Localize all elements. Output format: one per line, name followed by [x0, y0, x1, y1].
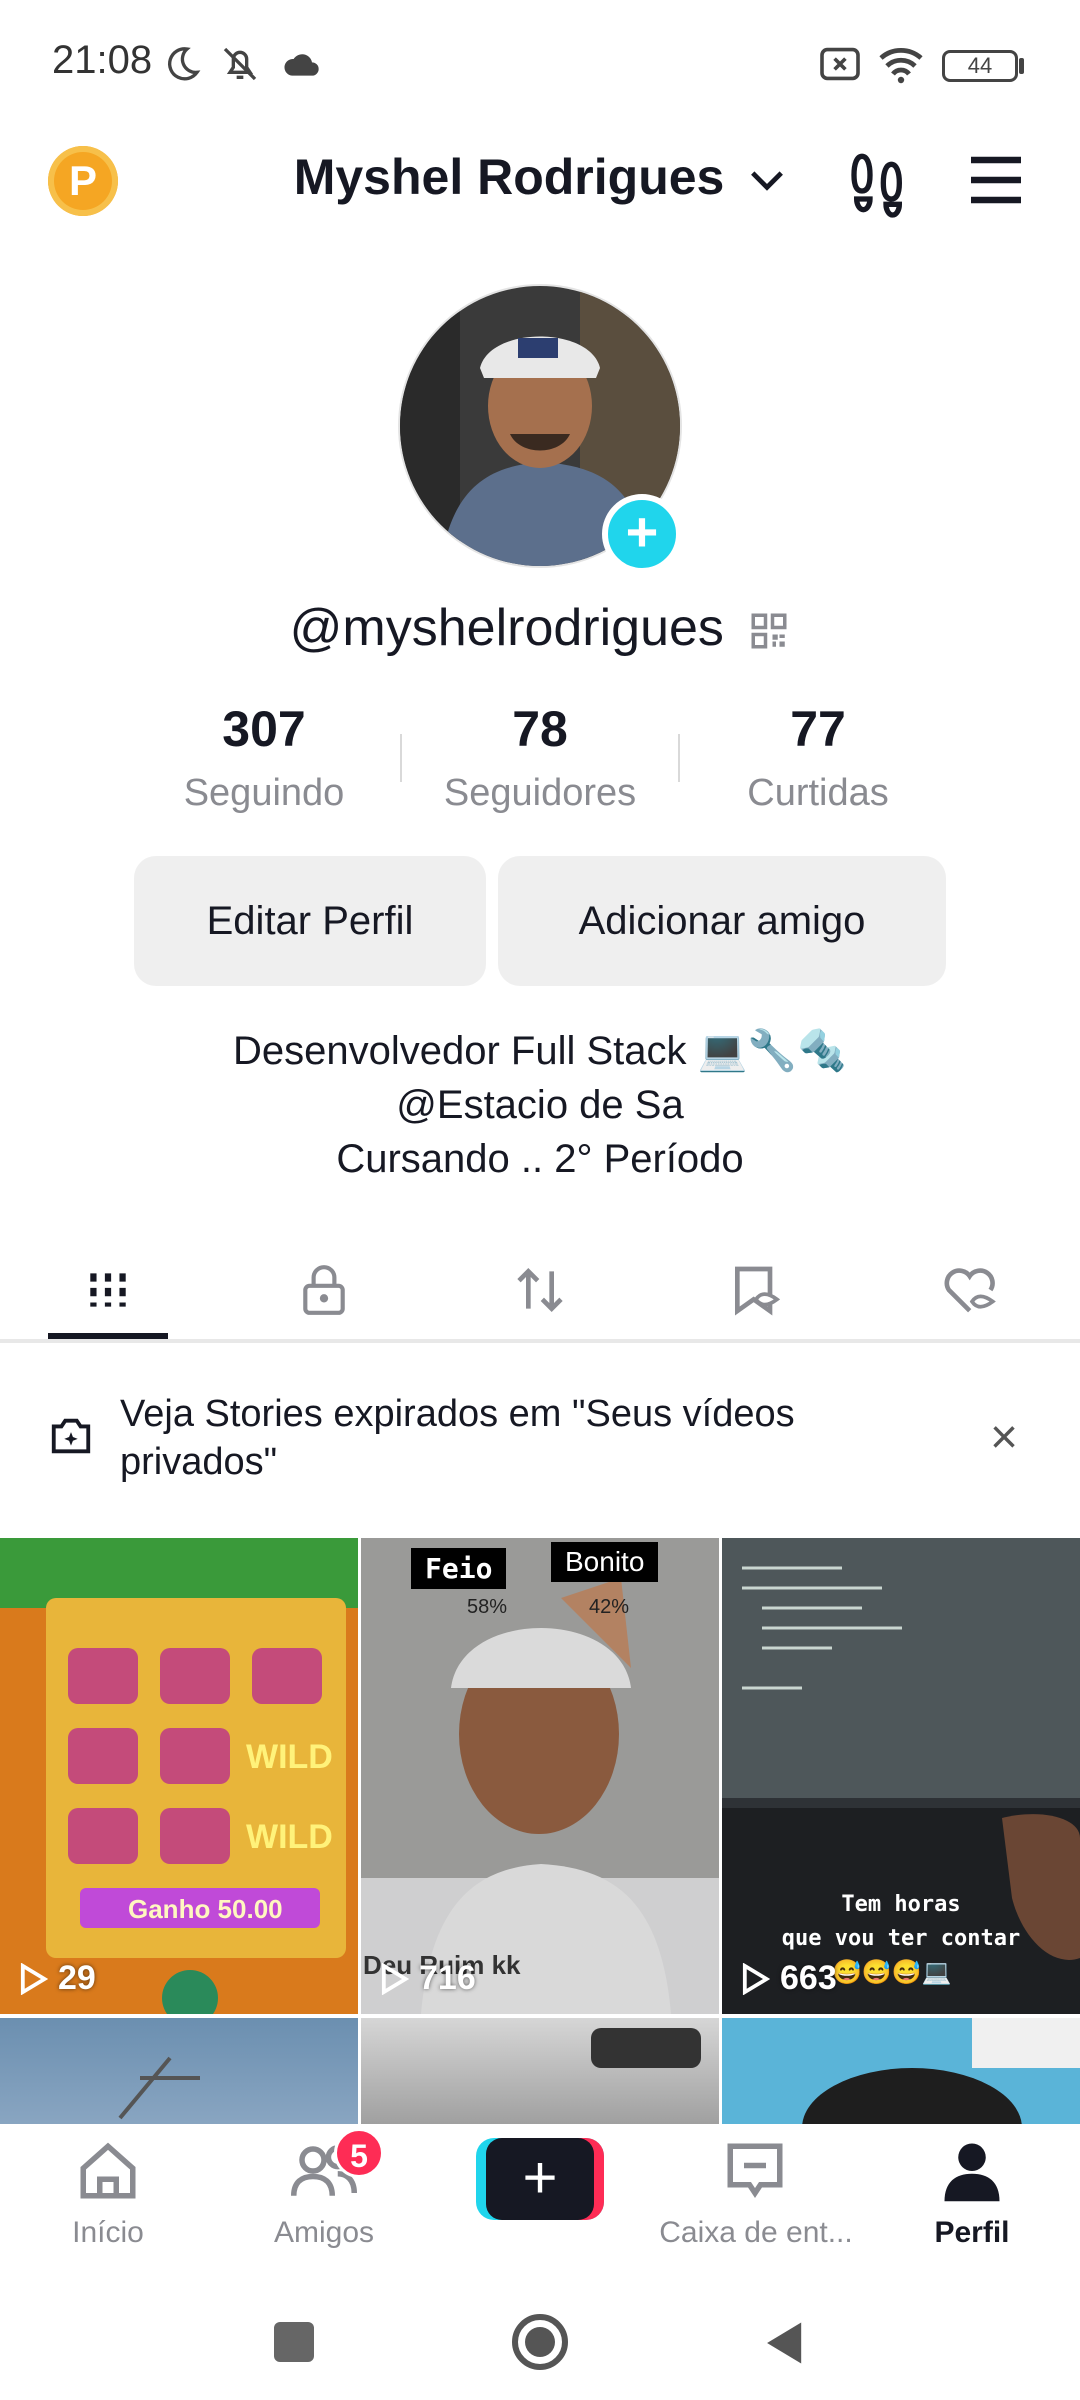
video-thumbnail[interactable]: Feio Bonito 58% 42% Deu Ruim kk 716	[361, 1538, 719, 2014]
view-count-value: 29	[58, 1959, 96, 1997]
overlay-text: WILD	[246, 1818, 333, 1856]
footprints-icon[interactable]	[846, 148, 910, 218]
video-thumbnail[interactable]: Tem horas que vou ter contar 😅😅😅💻 663	[722, 1538, 1080, 2014]
tab-liked[interactable]	[864, 1240, 1080, 1340]
overlay-text: WILD	[246, 1738, 333, 1776]
stat-divider	[678, 734, 680, 782]
bio-line: Cursando .. 2° Período	[336, 1137, 744, 1181]
nav-label: Amigos	[273, 2216, 375, 2249]
friends-badge: 5	[334, 2128, 384, 2178]
likes-label: Curtidas	[747, 772, 889, 814]
inbox-icon	[727, 2143, 783, 2198]
page-title: Myshel Rodrigues	[293, 149, 725, 205]
username-row: @myshelrodrigues	[0, 598, 1080, 658]
followers-count[interactable]: 78	[410, 700, 670, 758]
heart-hidden-icon	[944, 1268, 996, 1313]
cloud-icon	[284, 54, 319, 76]
overlay-emoji: 😅😅😅💻	[832, 1959, 952, 1986]
nav-friends[interactable]: 5 Amigos	[216, 2124, 432, 2274]
nav-label: Início	[72, 2216, 144, 2249]
battery-level: 44	[967, 53, 993, 78]
bookmark-hidden-icon	[735, 1266, 781, 1316]
tab-private[interactable]	[216, 1240, 432, 1340]
grid-icon	[87, 1271, 129, 1309]
add-friend-button[interactable]: Adicionar amigo	[498, 856, 946, 986]
play-outline-icon	[381, 1962, 409, 1995]
moon-icon	[167, 47, 201, 81]
system-nav-bar	[0, 2274, 1080, 2400]
edit-profile-button[interactable]: Editar Perfil	[134, 856, 486, 986]
video-thumbnail[interactable]	[361, 2018, 719, 2124]
bio-line: Desenvolvedor Full Stack 💻🔧🔩	[232, 1029, 848, 1073]
view-count: 716	[379, 1959, 476, 1998]
followers-label: Seguidores	[443, 772, 637, 814]
menu-icon[interactable]	[966, 152, 1026, 208]
following-count[interactable]: 307	[134, 700, 394, 758]
video-thumbnail[interactable]	[722, 2018, 1080, 2124]
lock-icon	[303, 1265, 345, 1315]
status-time: 21:08	[52, 38, 153, 82]
home-icon	[80, 2142, 136, 2199]
back-button[interactable]	[760, 2318, 806, 2368]
qr-code-icon[interactable]	[748, 610, 790, 652]
video-thumbnail[interactable]: Ganho 50.00 WILD WILD 29	[0, 1538, 358, 2014]
wifi-icon	[879, 47, 923, 84]
bottom-nav: Início 5 Amigos + Caixa de ent... Perfil	[0, 2124, 1080, 2274]
battery-tip	[1019, 58, 1024, 74]
recents-button[interactable]	[274, 2322, 314, 2362]
nav-profile[interactable]: Perfil	[864, 2124, 1080, 2274]
overlay-label-bonito: Bonito	[551, 1542, 659, 1582]
bell-off-icon	[223, 47, 257, 81]
stories-banner[interactable]: Veja Stories expirados em "Seus vídeos p…	[0, 1380, 1080, 1520]
video-grid: Ganho 50.00 WILD WILD 29 Feio Bonito 58%…	[0, 1538, 1080, 2124]
content-tabs	[0, 1240, 1080, 1340]
add-story-button[interactable]: +	[602, 494, 682, 574]
tab-videos[interactable]	[0, 1240, 216, 1340]
overlay-percent: 42%	[589, 1596, 630, 1618]
view-count-value: 716	[419, 1959, 476, 1997]
likes-count[interactable]: 77	[688, 700, 948, 758]
nav-home[interactable]: Início	[0, 2124, 216, 2274]
username: @myshelrodrigues	[289, 599, 724, 657]
play-outline-icon	[20, 1962, 48, 1995]
overlay-percent: 58%	[467, 1596, 508, 1618]
video-thumbnail[interactable]	[0, 2018, 358, 2124]
nav-label: Caixa de ent...	[659, 2216, 853, 2249]
repost-icon	[517, 1268, 563, 1312]
tab-favorites[interactable]	[648, 1240, 864, 1340]
overlay-text: que vou ter contar	[781, 1926, 1021, 1951]
tab-reposts[interactable]	[432, 1240, 648, 1340]
status-bar: 21:08 44	[0, 0, 1080, 130]
banner-close-button[interactable]: ×	[990, 1410, 1018, 1465]
chevron-down-icon	[751, 171, 784, 191]
home-button[interactable]	[510, 2312, 570, 2372]
following-label: Seguindo	[183, 772, 345, 814]
nav-label: Perfil	[934, 2216, 1010, 2249]
account-switcher[interactable]: Myshel Rodrigues	[0, 148, 1080, 206]
tabs-divider	[0, 1339, 1080, 1343]
battery-indicator: 44	[942, 50, 1018, 82]
overlay-text: Tem horas	[841, 1892, 961, 1917]
bio-line: @Estacio de Sa	[396, 1083, 684, 1127]
overlay-text: Ganho 50.00	[128, 1894, 283, 1924]
view-count: 29	[18, 1959, 96, 1998]
nav-inbox[interactable]: Caixa de ent...	[648, 2124, 864, 2274]
profile-icon	[944, 2143, 1000, 2202]
stat-divider	[400, 734, 402, 782]
view-count: 663	[740, 1959, 837, 1998]
banner-text: Veja Stories expirados em "Seus vídeos p…	[120, 1393, 795, 1483]
create-button-body: +	[486, 2138, 594, 2220]
overlay-label-feio: Feio	[411, 1548, 507, 1589]
nav-create[interactable]: +	[432, 2124, 648, 2274]
view-count-value: 663	[780, 1959, 837, 1997]
no-sim-icon	[820, 47, 860, 81]
play-outline-icon	[742, 1962, 770, 1995]
camera-sparkle-icon	[51, 1418, 91, 1454]
bio: Desenvolvedor Full Stack 💻🔧🔩 @Estacio de…	[0, 1024, 1080, 1186]
